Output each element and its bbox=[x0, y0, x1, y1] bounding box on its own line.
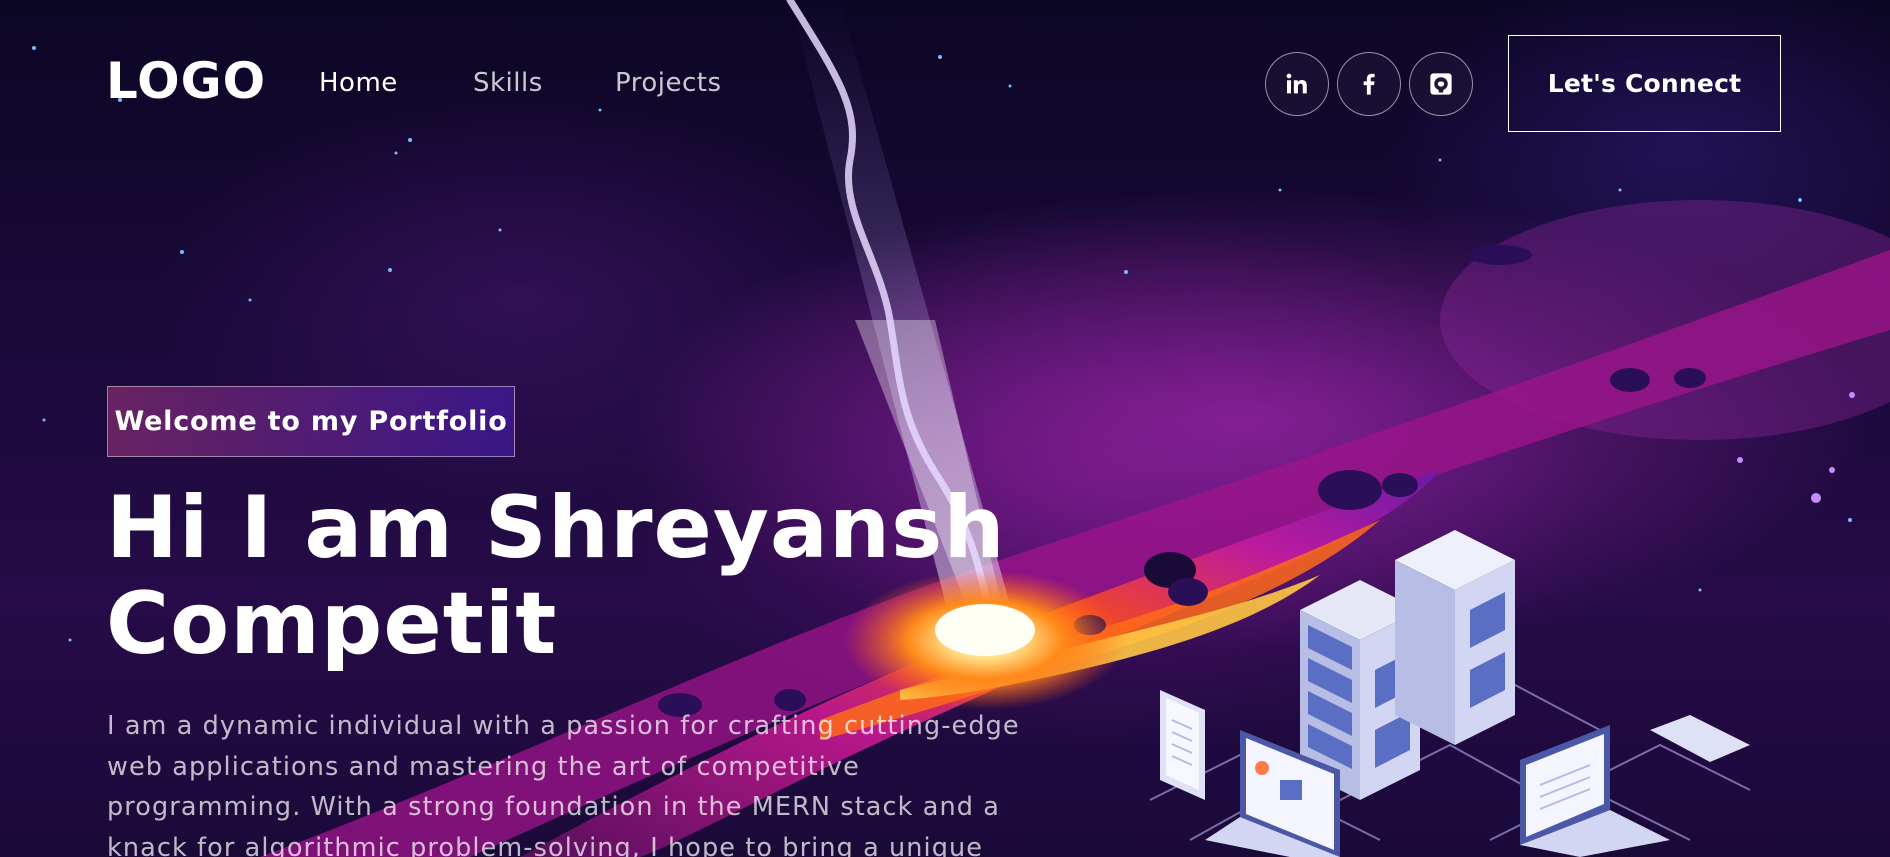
github-button[interactable] bbox=[1409, 52, 1473, 116]
top-navigation: LOGO Home Skills Projects Let's Connect bbox=[0, 0, 1890, 170]
linkedin-icon bbox=[1286, 73, 1307, 94]
linkedin-button[interactable] bbox=[1265, 52, 1329, 116]
nav-link-projects[interactable]: Projects bbox=[615, 70, 722, 96]
lets-connect-button[interactable]: Let's Connect bbox=[1508, 35, 1781, 132]
facebook-button[interactable] bbox=[1337, 52, 1401, 116]
github-icon bbox=[1430, 73, 1452, 95]
laptop-right bbox=[1520, 715, 1750, 857]
hero-bio: I am a dynamic individual with a passion… bbox=[107, 711, 1020, 857]
hero-headline: Hi I am Shreyansh Competit bbox=[106, 480, 1086, 672]
headline-line-2: Competit bbox=[106, 574, 558, 674]
nav-link-home[interactable]: Home bbox=[319, 70, 398, 96]
logo[interactable]: LOGO bbox=[106, 56, 266, 106]
facebook-icon bbox=[1363, 73, 1375, 95]
headline-line-1: Hi I am Shreyansh bbox=[106, 478, 1006, 578]
welcome-tagline: Welcome to my Portfolio bbox=[107, 386, 515, 457]
server-tower-right bbox=[1395, 530, 1515, 745]
tablet-device bbox=[1160, 690, 1205, 800]
nav-link-skills[interactable]: Skills bbox=[473, 70, 543, 96]
server-network-illustration bbox=[1149, 530, 1751, 857]
